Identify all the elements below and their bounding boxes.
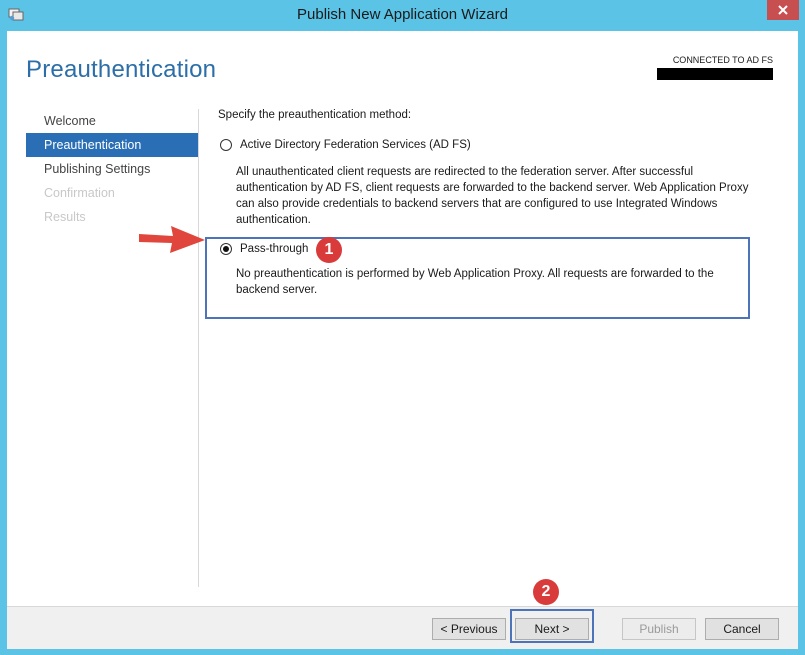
nav-item-preauthentication[interactable]: Preauthentication <box>26 133 199 157</box>
step2-badge: 2 <box>533 579 559 605</box>
adfs-desc-line: All unauthenticated client requests are … <box>236 166 694 178</box>
adfs-radio[interactable] <box>220 139 232 151</box>
nav-item-publishing-settings[interactable]: Publishing Settings <box>26 157 199 181</box>
nav-item-confirmation: Confirmation <box>44 186 115 200</box>
redacted-server-name <box>657 68 773 80</box>
method-prompt: Specify the preauthentication method: <box>218 109 412 121</box>
nav-divider <box>198 109 199 587</box>
wizard-step-nav: Welcome Preauthentication Publishing Set… <box>26 109 199 229</box>
adfs-desc-line: authentication. <box>236 214 311 226</box>
cancel-button[interactable]: Cancel <box>705 618 779 640</box>
nav-item-welcome[interactable]: Welcome <box>26 109 199 133</box>
step1-badge: 1 <box>316 237 342 263</box>
adfs-label[interactable]: Active Directory Federation Services (AD… <box>240 139 471 151</box>
publish-button: Publish <box>622 618 696 640</box>
passthrough-highlight-box <box>205 237 750 319</box>
wizard-window: Publish New Application Wizard Preauthen… <box>0 0 805 655</box>
adfs-desc-line: authentication by AD FS, client requests… <box>236 182 749 194</box>
next-button[interactable]: Next > <box>515 618 589 640</box>
previous-button[interactable]: < Previous <box>432 618 506 640</box>
connection-status: CONNECTED TO AD FS <box>672 55 773 65</box>
adfs-desc-line: can also provide credentials to backend … <box>236 198 718 210</box>
close-icon <box>778 5 788 15</box>
wizard-client-area: Preauthentication CONNECTED TO AD FS Wel… <box>7 31 798 649</box>
title-bar: Publish New Application Wizard <box>0 0 805 30</box>
adfs-option[interactable]: Active Directory Federation Services (AD… <box>220 139 471 151</box>
close-button[interactable] <box>767 0 799 20</box>
callout-arrow-icon <box>139 226 205 253</box>
page-title: Preauthentication <box>26 56 217 83</box>
adfs-description: All unauthenticated client requests are … <box>236 164 748 228</box>
window-title: Publish New Application Wizard <box>297 6 508 23</box>
